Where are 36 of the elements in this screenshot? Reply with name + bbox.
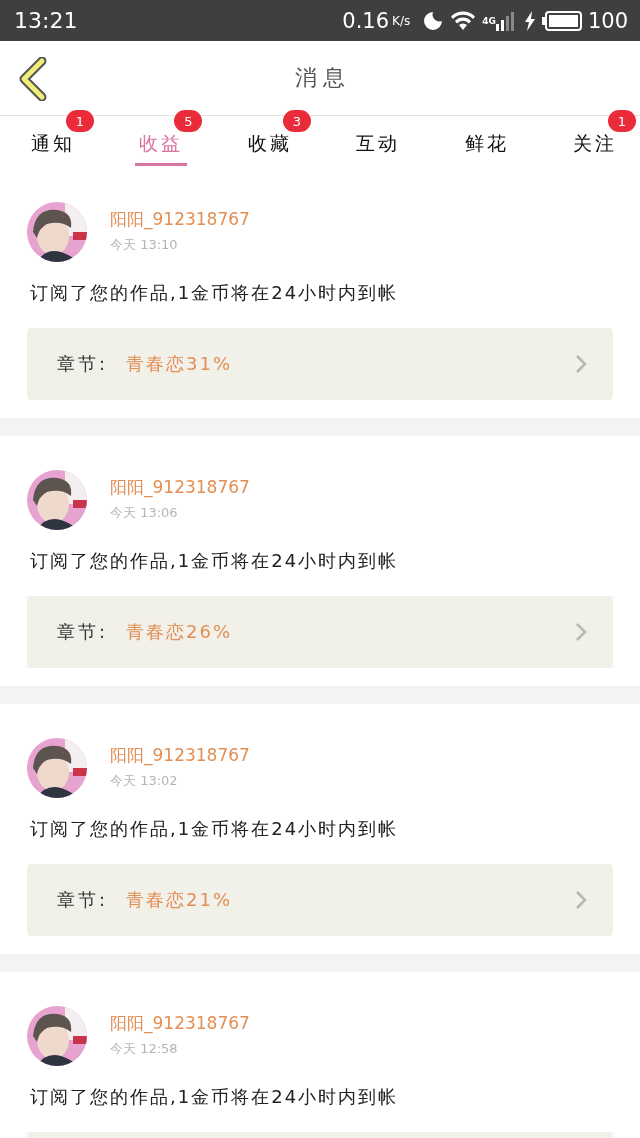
- wifi-icon: [450, 10, 477, 31]
- chapter-label: 章节:: [57, 620, 109, 644]
- chapter-label: 章节:: [57, 352, 109, 376]
- tab[interactable]: 鲜花: [460, 116, 513, 166]
- moon-icon: [422, 9, 445, 32]
- count-badge: 5: [174, 110, 203, 132]
- timestamp: 今天 13:06: [110, 504, 179, 522]
- timestamp: 今天 13:02: [110, 772, 179, 790]
- battery-level-text: 100: [587, 8, 628, 33]
- chapter-row[interactable]: 章节: 青春恋31%: [27, 328, 613, 400]
- message-text: 订阅了您的作品,1金币将在24小时内到帐: [30, 817, 400, 841]
- chapter-title: 青春恋26%: [126, 620, 233, 644]
- network-speed-text: 0.16: [342, 8, 390, 33]
- chevron-right-icon: [575, 622, 587, 642]
- lightning-icon: [523, 10, 536, 31]
- message-text: 订阅了您的作品,1金币将在24小时内到帐: [30, 1085, 400, 1109]
- message-text: 订阅了您的作品,1金币将在24小时内到帐: [30, 281, 400, 305]
- tab[interactable]: 互动: [352, 116, 405, 166]
- network-type-text: 4G: [482, 15, 496, 26]
- speed-unit-text: K/s: [392, 13, 411, 28]
- chapter-label: 章节:: [57, 888, 109, 912]
- clock-text: 13:21: [14, 8, 78, 33]
- count-badge: 3: [282, 110, 311, 132]
- timestamp: 今天 13:10: [110, 236, 179, 254]
- message-text: 订阅了您的作品,1金币将在24小时内到帐: [30, 549, 400, 573]
- chapter-title: 青春恋31%: [126, 352, 233, 376]
- count-badge: 1: [66, 110, 94, 132]
- timestamp: 今天 12:58: [110, 1040, 179, 1058]
- chapter-row[interactable]: 章节: 青春恋26%: [27, 596, 613, 668]
- page-title: 消 息: [294, 64, 346, 92]
- battery-icon: [541, 10, 582, 31]
- count-badge: 1: [607, 110, 636, 132]
- chevron-right-icon: [575, 354, 587, 374]
- chapter-row[interactable]: 章节: 青春恋21%: [27, 864, 613, 936]
- chapter-title: 青春恋21%: [126, 888, 233, 912]
- chevron-right-icon: [575, 890, 587, 910]
